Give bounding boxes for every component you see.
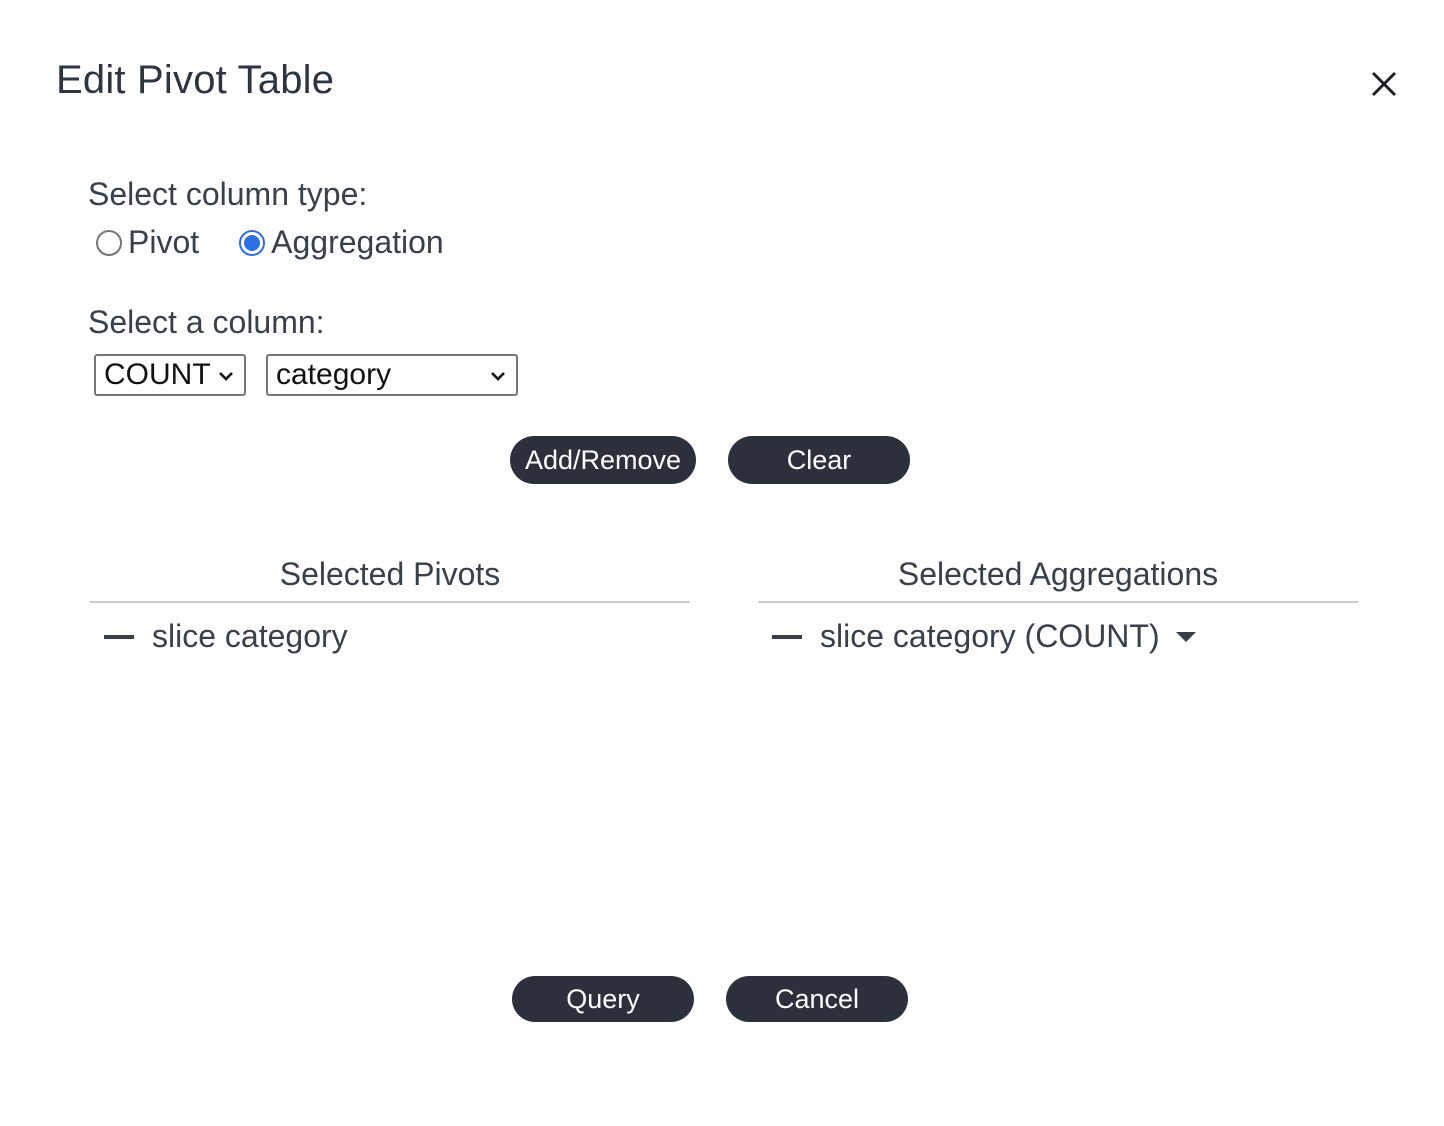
- close-button[interactable]: [1364, 64, 1404, 104]
- column-type-label: Select column type:: [88, 176, 368, 212]
- selected-aggregations-header: Selected Aggregations: [758, 556, 1358, 603]
- aggregation-radio[interactable]: [239, 229, 266, 256]
- select-column-label: Select a column:: [88, 304, 325, 340]
- aggregation-function-select[interactable]: COUNT: [94, 354, 246, 396]
- minus-icon[interactable]: [104, 634, 134, 639]
- minus-icon[interactable]: [772, 634, 802, 639]
- cancel-button[interactable]: Cancel: [726, 976, 908, 1022]
- column-type-radio-group: Pivot Aggregation: [96, 224, 484, 261]
- selected-pivots-header: Selected Pivots: [90, 556, 690, 603]
- aggregation-item-label: slice category (COUNT): [820, 618, 1160, 654]
- pivot-radio[interactable]: [96, 229, 122, 256]
- add-remove-button[interactable]: Add/Remove: [510, 436, 696, 484]
- caret-down-icon[interactable]: [1174, 630, 1198, 644]
- column-select-value: category: [276, 358, 392, 391]
- chevron-down-icon: [219, 372, 233, 381]
- edit-pivot-dialog: Edit Pivot Table Select column type: Piv…: [0, 0, 1444, 1126]
- pivot-item-label: slice category: [152, 618, 348, 654]
- column-select[interactable]: category: [266, 354, 518, 396]
- pivot-radio-label: Pivot: [128, 224, 200, 260]
- list-item: slice category: [104, 618, 348, 655]
- aggregation-radio-label: Aggregation: [271, 224, 444, 260]
- chevron-down-icon: [491, 372, 505, 381]
- close-icon: [1371, 71, 1397, 97]
- aggregation-function-value: COUNT: [104, 358, 211, 391]
- clear-button[interactable]: Clear: [728, 436, 910, 484]
- dialog-title: Edit Pivot Table: [56, 58, 335, 102]
- radio-option-pivot[interactable]: Pivot: [96, 224, 199, 261]
- radio-option-aggregation[interactable]: Aggregation: [239, 224, 444, 261]
- list-item: slice category (COUNT): [772, 618, 1198, 655]
- query-button[interactable]: Query: [512, 976, 694, 1022]
